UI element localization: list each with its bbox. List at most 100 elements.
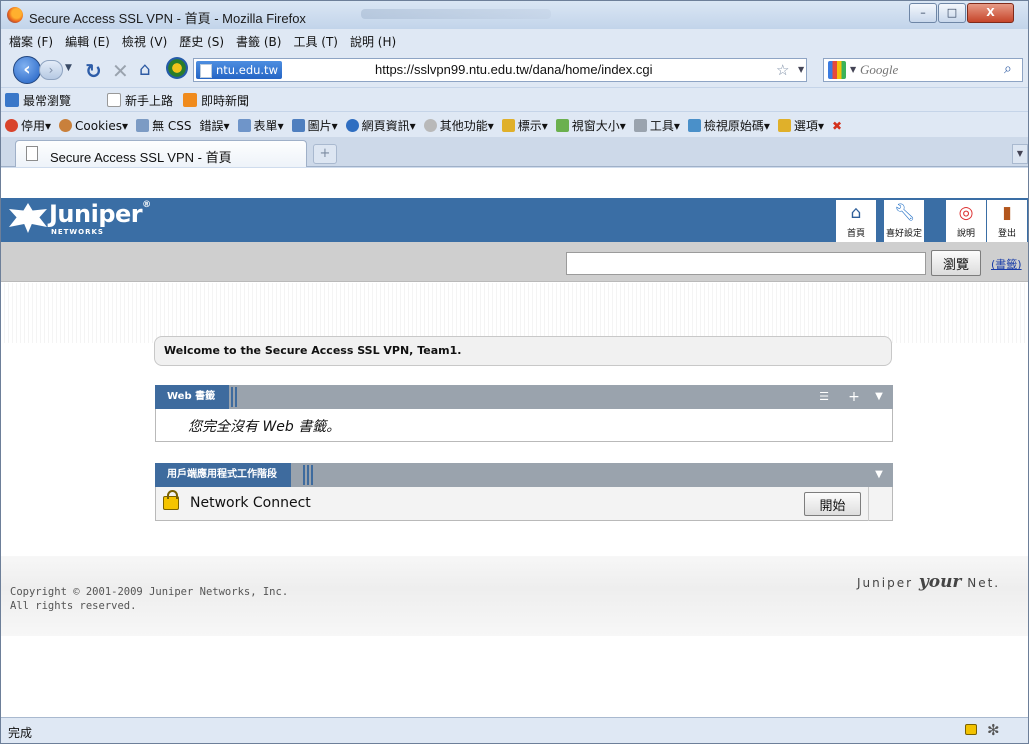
devtool-resize[interactable]: 視窗大小▾ [552, 112, 630, 134]
devtool-misc[interactable]: 其他功能▾ [420, 112, 498, 134]
home-icon[interactable]: ⌂ [139, 59, 150, 80]
css-icon [136, 119, 150, 132]
rights-line: All rights reserved. [10, 600, 137, 612]
tab-list-dropdown-icon[interactable]: ▼ [1012, 144, 1028, 164]
wrench-icon [633, 119, 647, 132]
bookmark-latest-news[interactable]: 即時新聞 [183, 92, 249, 109]
menu-file[interactable]: 檔案 (F) [3, 29, 59, 50]
devtool-label: 錯誤 [199, 119, 224, 133]
juniper-leaf-icon [9, 203, 47, 233]
devtool-tools[interactable]: 工具▾ [630, 112, 684, 134]
devtool-label: 無 CSS [152, 119, 192, 133]
search-engine-icon[interactable] [828, 61, 846, 79]
rss-icon [183, 93, 197, 107]
devtool-label: 其他功能 [439, 119, 488, 133]
site-identity-badge[interactable]: ntu.edu.tw [196, 61, 282, 79]
tab-strip: Secure Access SSL VPN - 首頁 + ▼ [1, 137, 1028, 167]
network-connect-label: Network Connect [190, 495, 311, 511]
reload-icon[interactable]: ↻ [85, 59, 102, 83]
background-stripes [1, 283, 1028, 343]
devtool-images[interactable]: 圖片▾ [288, 112, 342, 134]
url-bar[interactable]: ntu.edu.tw https://sslvpn99.ntu.edu.tw/d… [193, 58, 807, 82]
search-go-icon[interactable]: ⌕ [1004, 61, 1012, 77]
bookmark-star-icon[interactable]: ☆ [776, 61, 789, 79]
close-button[interactable]: X [967, 3, 1014, 23]
bookmark-link-text[interactable]: (書籤) [991, 258, 1022, 271]
menu-view[interactable]: 檢視 (V) [116, 29, 173, 50]
forward-icon[interactable]: › [39, 60, 63, 80]
resize-icon [555, 119, 569, 132]
minimize-button[interactable]: – [909, 3, 937, 23]
nav-signout[interactable]: ▮ 登出 [987, 200, 1027, 242]
page-icon [26, 146, 38, 161]
bug-icon[interactable]: ✻ [987, 721, 1000, 739]
navigation-toolbar: ‹ › ▼ ↻ ✕ ⌂ ntu.edu.tw https://sslvpn99.… [1, 53, 1028, 87]
devtool-cookies[interactable]: Cookies▾ [55, 114, 132, 133]
chevron-down-icon[interactable]: ▼ [870, 463, 888, 487]
blurred-window-title [361, 9, 551, 19]
juniper-browse-bar: 瀏覽 (書籤) [1, 242, 1028, 282]
panel-body: Network Connect 開始 [155, 487, 893, 521]
home-icon: ⌂ [850, 203, 862, 223]
browse-url-input[interactable] [566, 252, 926, 275]
devtool-forms[interactable]: 表單▾ [234, 112, 288, 134]
panel-title: 用戶端應用程式工作階段 [155, 463, 291, 487]
nav-preferences[interactable]: 🔧︎ 喜好設定 [884, 200, 924, 242]
welcome-banner: Welcome to the Secure Access SSL VPN, Te… [154, 336, 892, 366]
panel-title: Web 書籤 [155, 385, 230, 409]
browse-button[interactable]: 瀏覽 [931, 250, 981, 276]
copyright: Copyright © 2001-2009 Juniper Networks, … [10, 585, 288, 613]
panel-divider [303, 465, 315, 485]
devtool-view-source[interactable]: 檢視原始碼▾ [684, 112, 774, 134]
search-input[interactable] [860, 61, 990, 79]
menu-bar: 檔案 (F) 編輯 (E) 檢視 (V) 歷史 (S) 書籤 (B) 工具 (T) 說明 (… [1, 29, 1028, 53]
addon-icon[interactable] [166, 57, 188, 79]
devtool-page-info[interactable]: 網頁資訊▾ [342, 112, 420, 134]
nav-help[interactable]: ◎ 說明 [946, 200, 986, 242]
juniper-logo-networks: NETWORKS [51, 228, 104, 236]
door-icon: ▮ [1002, 203, 1012, 223]
menu-bookmarks[interactable]: 書籤 (B) [230, 29, 287, 50]
chevron-down-icon[interactable]: ▼ [870, 385, 888, 409]
menu-history[interactable]: 歷史 (S) [173, 29, 230, 50]
bookmark-label: 新手上路 [125, 94, 174, 108]
maximize-button[interactable]: □ [938, 3, 966, 23]
stop-icon[interactable]: ✕ [112, 59, 129, 83]
add-icon[interactable]: + [845, 385, 863, 409]
welcome-text: Welcome to the Secure Access SSL VPN, Te… [164, 344, 462, 357]
forms-icon [237, 119, 251, 132]
devtool-options[interactable]: 選項▾ [774, 112, 828, 134]
new-tab-button[interactable]: + [313, 144, 337, 164]
url-text[interactable]: https://sslvpn99.ntu.edu.tw/dana/home/in… [375, 62, 653, 77]
bookmark-link[interactable]: (書籤) [991, 256, 1022, 272]
devtool-errors[interactable]: 錯誤▾ [196, 112, 234, 134]
search-engine-dropdown-icon[interactable]: ▼ [850, 65, 856, 74]
title-bar: Secure Access SSL VPN - 首頁 - Mozilla Fir… [1, 1, 1028, 29]
devtool-close-icon[interactable]: ✖ [828, 114, 846, 133]
window-title: Secure Access SSL VPN - 首頁 - Mozilla Fir… [29, 11, 306, 26]
history-dropdown-icon[interactable]: ▼ [65, 63, 72, 73]
bookmark-most-visited[interactable]: 最常瀏覽 [5, 92, 71, 109]
devtool-label: 圖片 [307, 119, 332, 133]
url-dropdown-icon[interactable]: ▼ [798, 65, 804, 74]
devtool-label: Cookies [75, 119, 123, 133]
menu-help[interactable]: 說明 (H) [344, 29, 402, 50]
devtool-label: 選項 [793, 119, 818, 133]
firefox-icon [7, 7, 23, 23]
menu-tools[interactable]: 工具 (T) [287, 29, 344, 50]
images-icon [291, 119, 305, 132]
status-bar: 完成 ✻ [1, 717, 1028, 743]
lifebuoy-icon: ◎ [958, 203, 974, 223]
devtool-outline[interactable]: 標示▾ [498, 112, 552, 134]
menu-edit[interactable]: 編輯 (E) [59, 29, 116, 50]
devtool-disable[interactable]: 停用▾ [1, 112, 55, 134]
search-bar[interactable]: ▼ ⌕ [823, 58, 1023, 82]
list-icon[interactable]: ☰ [815, 385, 833, 409]
secure-lock-icon[interactable] [965, 724, 977, 735]
bookmark-getting-started[interactable]: 新手上路 [107, 92, 173, 109]
back-icon[interactable]: ‹ [13, 56, 41, 84]
nav-home[interactable]: ⌂ 首頁 [836, 200, 876, 242]
start-button[interactable]: 開始 [804, 492, 861, 516]
tab-active[interactable]: Secure Access SSL VPN - 首頁 [15, 140, 307, 167]
devtool-css[interactable]: 無 CSS [132, 112, 195, 134]
